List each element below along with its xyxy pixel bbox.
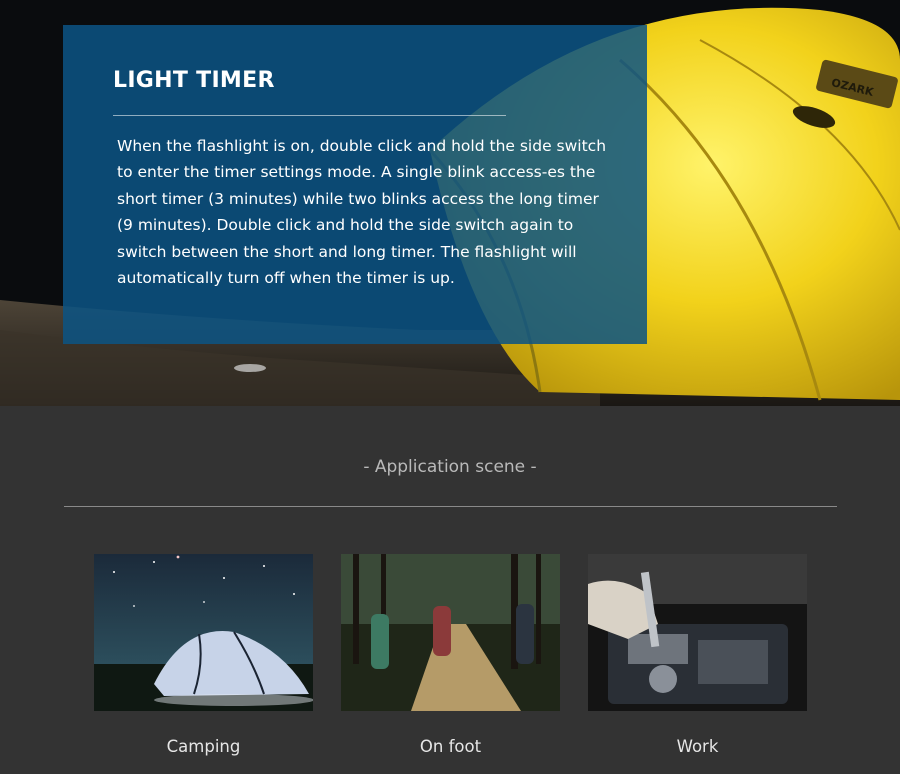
scene-label-camping: Camping [166,737,241,756]
scene-card-on-foot: On foot [341,554,560,756]
work-photo [588,554,807,711]
panel-title: LIGHT TIMER [113,68,275,93]
panel-description: When the flashlight is on, double click … [117,137,607,288]
scene-label-on-foot: On foot [419,737,482,756]
scene-label-work: Work [676,737,719,756]
on-foot-photo [341,554,560,711]
section-divider [64,506,837,507]
application-scene-section: - Application scene - Camping On foot Wo… [0,406,900,774]
camping-photo [94,554,313,711]
section-title: - Application scene - [363,457,537,477]
hero-banner: OZARK LIGHT TIMER When the flashlight is… [0,0,900,406]
scene-card-work: Work [588,554,807,756]
light-timer-panel: LIGHT TIMER When the flashlight is on, d… [63,25,647,344]
title-divider [113,115,506,116]
scene-card-camping: Camping [94,554,313,756]
